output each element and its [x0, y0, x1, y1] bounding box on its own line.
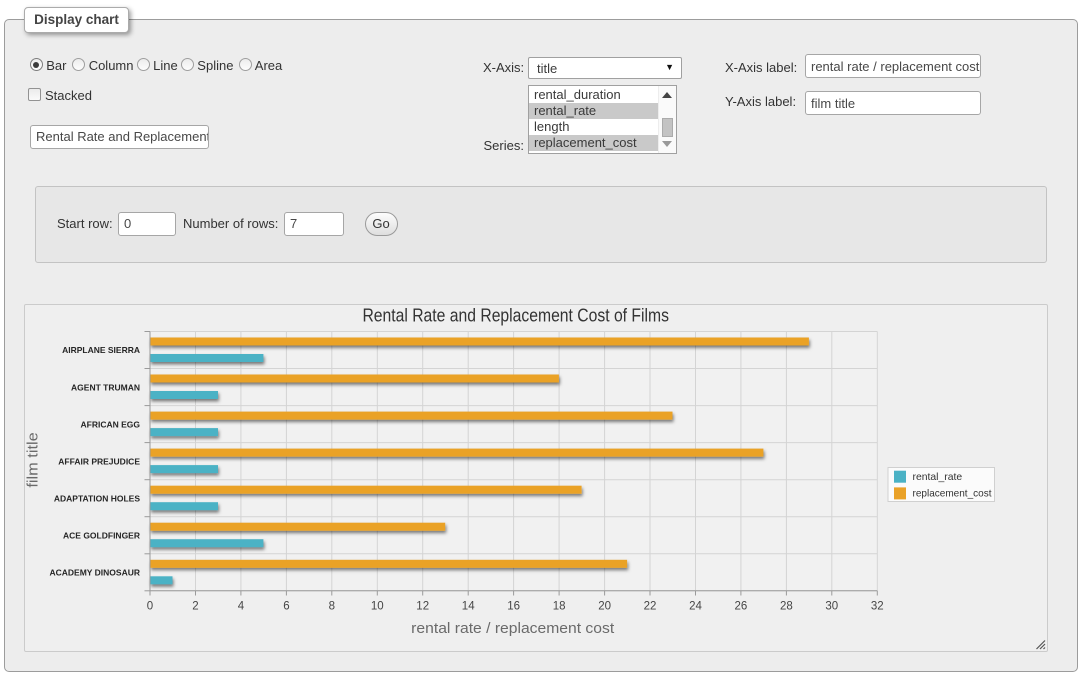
- svg-text:32: 32: [871, 601, 884, 613]
- svg-text:30: 30: [825, 601, 838, 613]
- svg-text:ADAPTATION HOLES: ADAPTATION HOLES: [54, 493, 140, 503]
- svg-text:10: 10: [371, 601, 384, 613]
- svg-text:rental rate / replacement cost: rental rate / replacement cost: [411, 620, 615, 637]
- svg-text:4: 4: [238, 601, 245, 613]
- svg-text:28: 28: [780, 601, 793, 613]
- svg-text:ACADEMY DINOSAUR: ACADEMY DINOSAUR: [49, 568, 140, 578]
- svg-text:12: 12: [416, 601, 429, 613]
- svg-text:26: 26: [735, 601, 748, 613]
- svg-text:24: 24: [689, 601, 702, 613]
- svg-text:AFRICAN EGG: AFRICAN EGG: [81, 419, 141, 429]
- svg-text:16: 16: [507, 601, 520, 613]
- svg-text:20: 20: [598, 601, 611, 613]
- svg-text:replacement_cost: replacement_cost: [913, 489, 992, 500]
- svg-text:film title: film title: [25, 432, 42, 487]
- svg-text:AFFAIR PREJUDICE: AFFAIR PREJUDICE: [58, 456, 140, 466]
- svg-text:rental_rate: rental_rate: [913, 472, 963, 483]
- svg-text:AGENT TRUMAN: AGENT TRUMAN: [71, 382, 140, 392]
- svg-text:18: 18: [553, 601, 566, 613]
- svg-text:8: 8: [329, 601, 335, 613]
- svg-text:14: 14: [462, 601, 475, 613]
- svg-text:ACE GOLDFINGER: ACE GOLDFINGER: [63, 530, 140, 540]
- svg-text:Rental Rate and Replacement Co: Rental Rate and Replacement Cost of Film…: [362, 306, 669, 326]
- svg-text:0: 0: [147, 601, 153, 613]
- svg-text:22: 22: [644, 601, 657, 613]
- svg-text:6: 6: [283, 601, 289, 613]
- svg-text:AIRPLANE SIERRA: AIRPLANE SIERRA: [62, 345, 140, 355]
- svg-text:2: 2: [192, 601, 198, 613]
